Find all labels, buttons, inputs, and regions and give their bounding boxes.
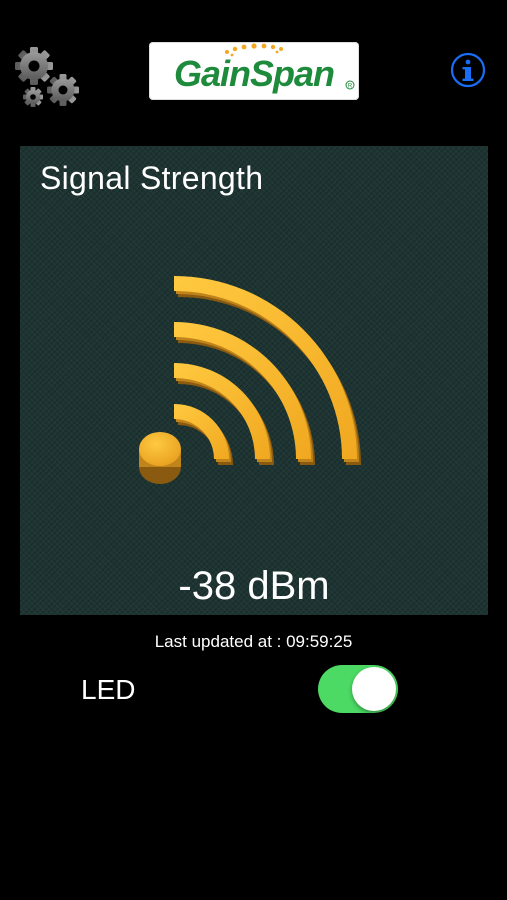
gainspan-logo: GainSpan R	[149, 42, 359, 100]
gears-icon	[15, 47, 79, 107]
led-toggle-knob[interactable]	[352, 667, 396, 711]
panel-title: Signal Strength	[40, 160, 264, 196]
signal-strength-panel: Signal Strength -38 dBm	[20, 146, 488, 615]
led-label: LED	[81, 674, 136, 705]
svg-text:R: R	[348, 84, 353, 90]
app-screen: GainSpan R Signal Strength -38 dBm Last …	[0, 0, 507, 900]
last-updated-text: Last updated at : 09:59:25	[154, 632, 353, 651]
settings-button[interactable]	[12, 42, 84, 112]
info-button[interactable]	[449, 51, 487, 89]
led-toggle[interactable]	[318, 665, 398, 713]
info-icon	[450, 52, 486, 88]
logo-text: GainSpan	[174, 53, 334, 94]
signal-value: -38 dBm	[178, 564, 330, 608]
logo-graphic: GainSpan R	[174, 43, 355, 94]
wifi-signal-icon	[136, 264, 366, 494]
